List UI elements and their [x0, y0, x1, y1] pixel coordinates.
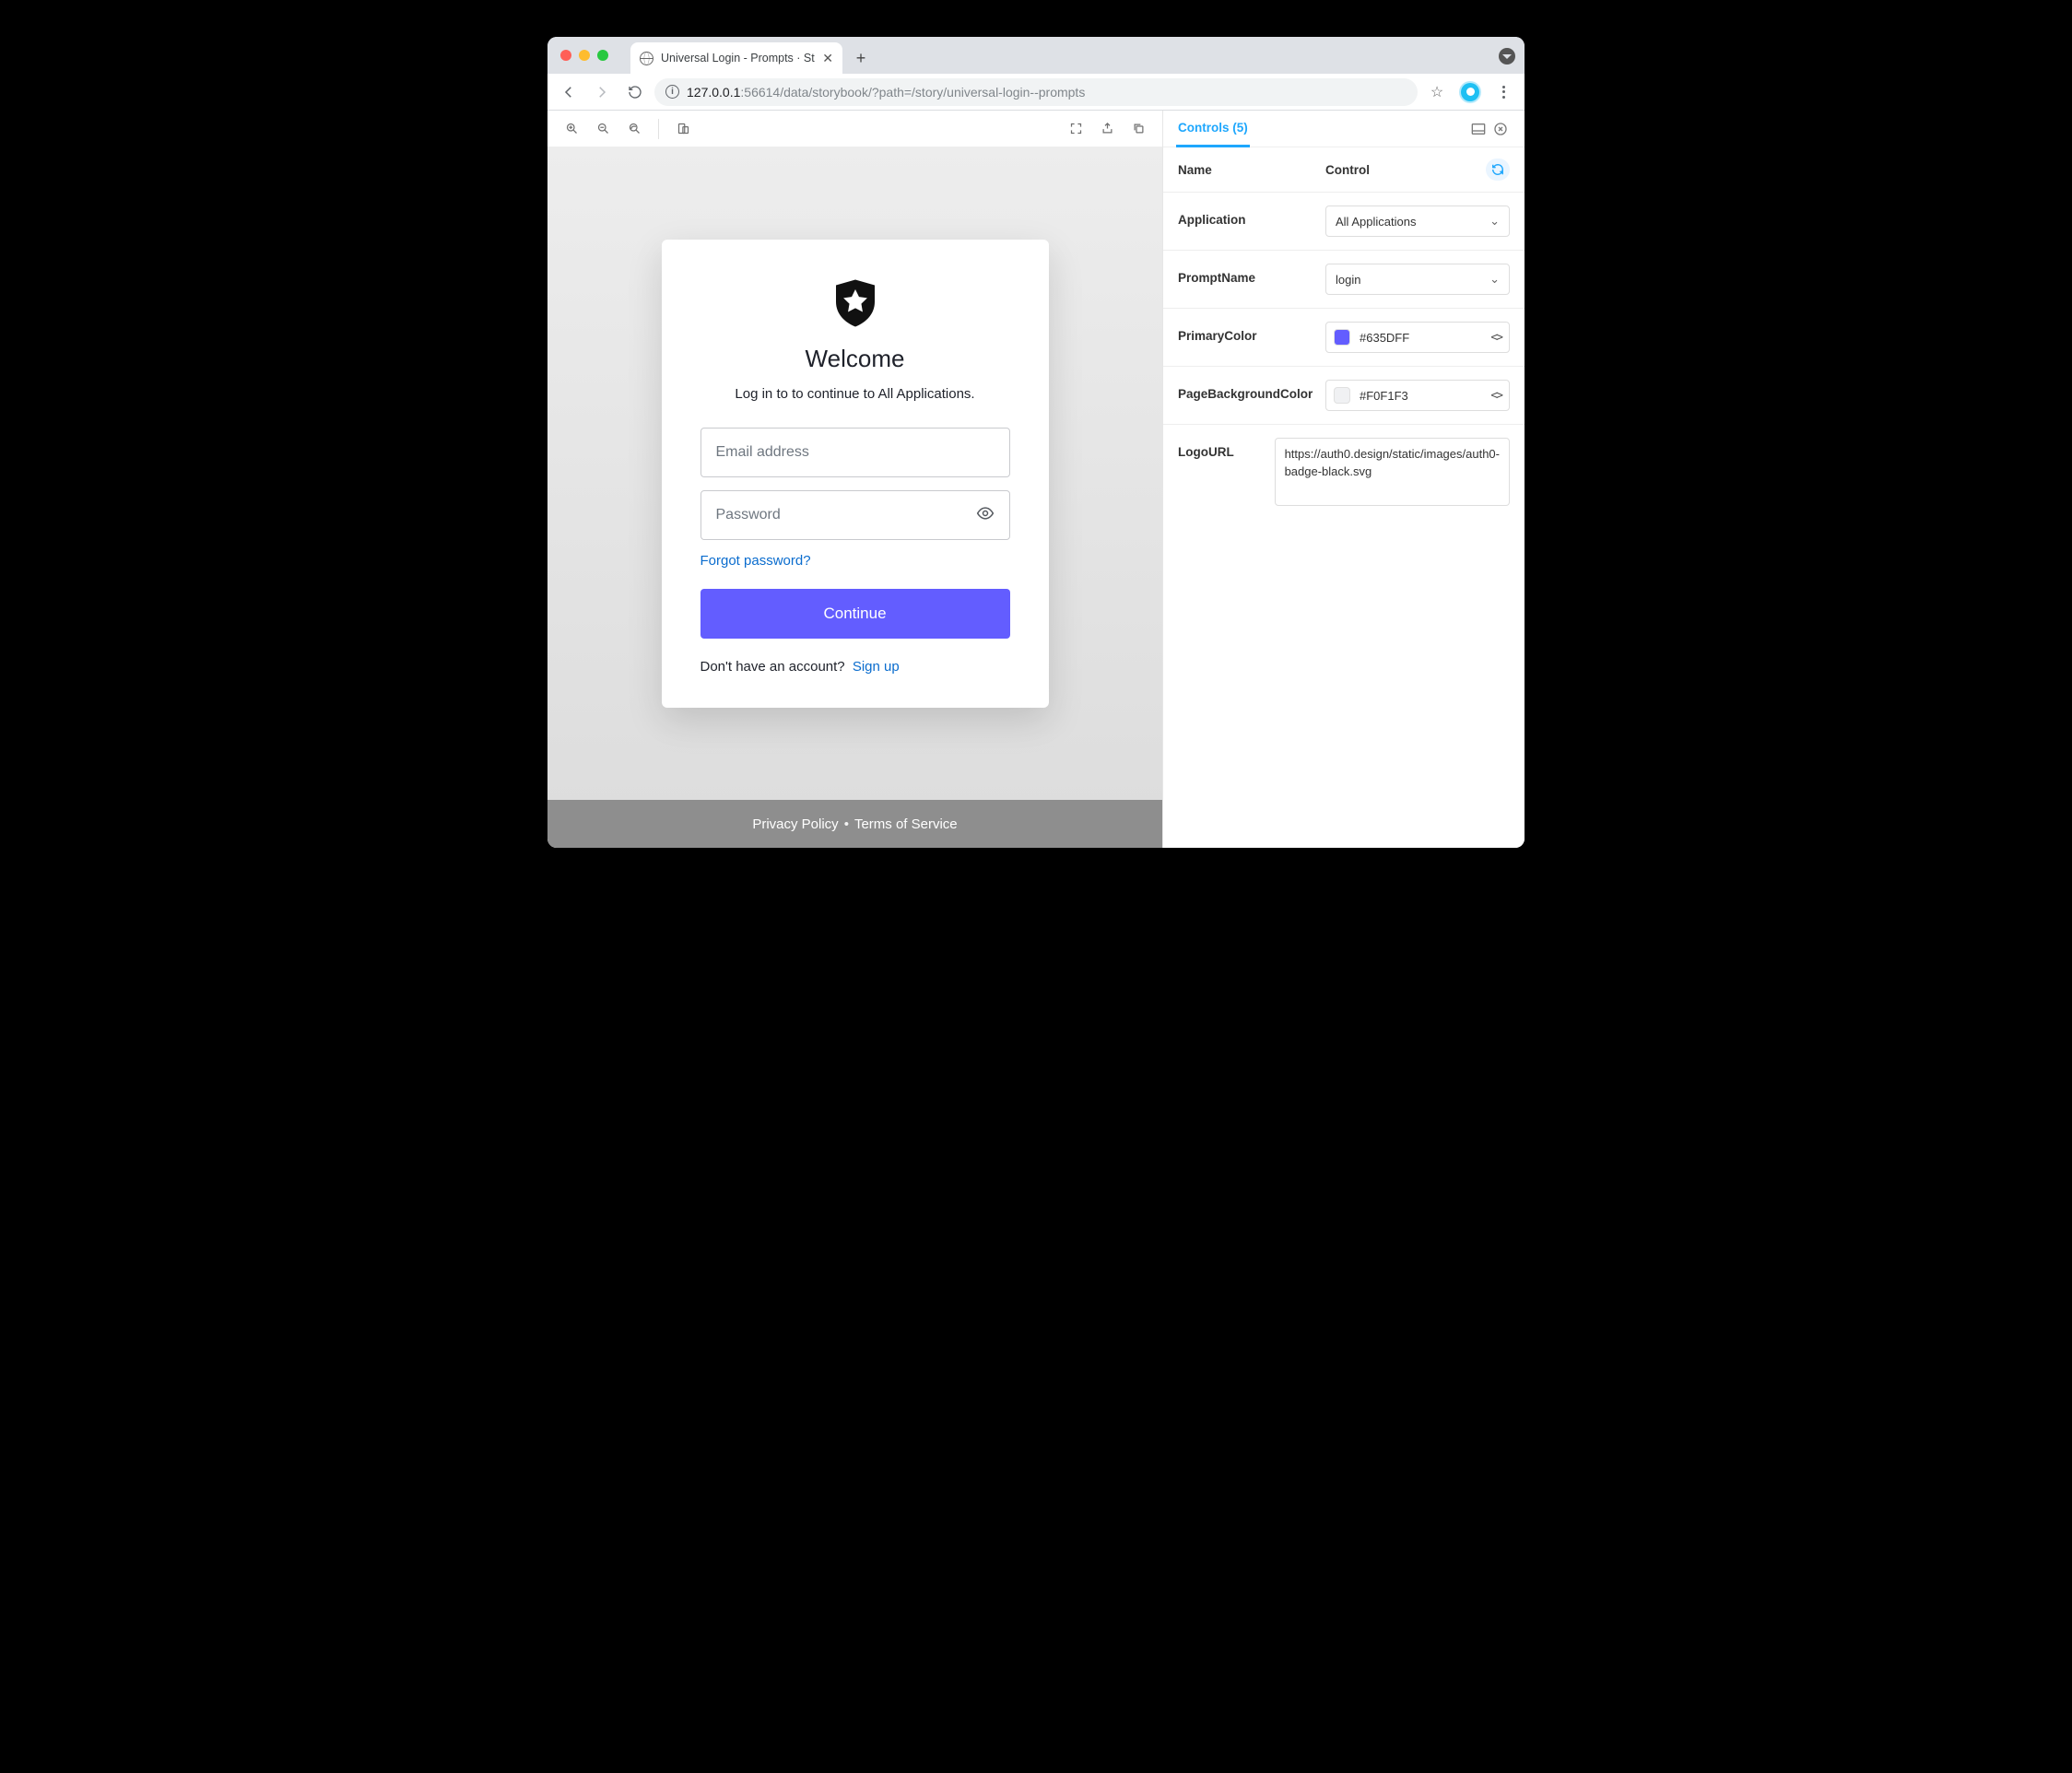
page-footer: Privacy Policy • Terms of Service	[547, 800, 1162, 848]
password-field[interactable]: Password	[700, 490, 1010, 540]
control-row-logourl: LogoURL https://auth0.design/static/imag…	[1163, 425, 1525, 519]
login-title: Welcome	[700, 345, 1010, 373]
controls-tab[interactable]: Controls (5)	[1176, 121, 1250, 147]
login-subtitle: Log in to to continue to All Application…	[700, 386, 1010, 402]
address-bar[interactable]: i 127.0.0.1:56614/data/storybook/?path=/…	[654, 78, 1418, 106]
close-window-button[interactable]	[560, 50, 571, 61]
label-promptname: PromptName	[1178, 264, 1325, 285]
label-application: Application	[1178, 205, 1325, 227]
zoom-reset-button[interactable]	[621, 117, 647, 141]
viewport-button[interactable]	[670, 117, 696, 141]
login-card: Welcome Log in to to continue to All App…	[662, 240, 1049, 708]
extension-icon	[1461, 83, 1479, 101]
control-row-promptname: PromptName login ⌄	[1163, 251, 1525, 309]
reload-button[interactable]	[621, 78, 649, 106]
globe-icon	[640, 52, 653, 65]
no-account-text: Don't have an account?	[700, 659, 845, 675]
addons-panel: Controls (5) Name Control Application	[1163, 111, 1525, 848]
color-mode-toggle-icon[interactable]: <>	[1490, 331, 1501, 345]
control-row-application: Application All Applications ⌄	[1163, 193, 1525, 251]
browser-tabstrip: Universal Login - Prompts · St ✕ +	[547, 37, 1525, 74]
email-placeholder: Email address	[716, 444, 809, 461]
color-mode-toggle-icon[interactable]: <>	[1490, 389, 1501, 403]
privacy-policy-link[interactable]: Privacy Policy	[752, 816, 838, 832]
maximize-window-button[interactable]	[597, 50, 608, 61]
continue-button[interactable]: Continue	[700, 589, 1010, 639]
browser-menu-button[interactable]	[1489, 78, 1517, 106]
header-control: Control	[1325, 163, 1486, 177]
pagebg-color-swatch[interactable]	[1334, 387, 1350, 404]
panel-close-button[interactable]	[1489, 120, 1512, 138]
forgot-password-link[interactable]: Forgot password?	[700, 553, 1010, 569]
bookmark-button[interactable]: ☆	[1423, 78, 1451, 106]
fullscreen-button[interactable]	[1063, 117, 1089, 141]
back-button[interactable]	[555, 78, 583, 106]
show-password-icon[interactable]	[976, 504, 995, 527]
control-row-primarycolor: PrimaryColor #635DFF <>	[1163, 309, 1525, 367]
story-canvas: Welcome Log in to to continue to All App…	[547, 147, 1162, 848]
primarycolor-input[interactable]: #635DFF <>	[1325, 322, 1510, 353]
signup-row: Don't have an account? Sign up	[700, 659, 1010, 675]
panel-tabs: Controls (5)	[1163, 111, 1525, 147]
control-row-pagebg: PageBackgroundColor #F0F1F3 <>	[1163, 367, 1525, 425]
storybook-toolbar	[547, 111, 1162, 147]
label-logourl: LogoURL	[1178, 438, 1275, 459]
new-tab-button[interactable]: +	[848, 45, 874, 71]
site-info-icon[interactable]: i	[665, 85, 679, 99]
label-pagebg: PageBackgroundColor	[1178, 380, 1325, 401]
chevron-down-icon: ⌄	[1489, 272, 1500, 287]
browser-toolbar: i 127.0.0.1:56614/data/storybook/?path=/…	[547, 74, 1525, 111]
zoom-out-button[interactable]	[590, 117, 616, 141]
footer-separator: •	[844, 816, 849, 832]
browser-window: Universal Login - Prompts · St ✕ + i 127…	[547, 37, 1525, 848]
logourl-textarea[interactable]: https://auth0.design/static/images/auth0…	[1275, 438, 1510, 506]
shield-star-icon	[832, 278, 878, 328]
brand-logo	[700, 278, 1010, 328]
open-external-button[interactable]	[1094, 117, 1120, 141]
application-select[interactable]: All Applications ⌄	[1325, 205, 1510, 237]
panel-orientation-button[interactable]	[1467, 120, 1489, 138]
reset-controls-button[interactable]	[1486, 159, 1510, 181]
zoom-in-button[interactable]	[559, 117, 584, 141]
label-primarycolor: PrimaryColor	[1178, 322, 1325, 343]
canvas-pane: Welcome Log in to to continue to All App…	[547, 111, 1163, 848]
chevron-down-icon: ⌄	[1489, 214, 1500, 229]
email-field[interactable]: Email address	[700, 428, 1010, 477]
tab-search-button[interactable]	[1499, 48, 1515, 65]
copy-link-button[interactable]	[1125, 117, 1151, 141]
storybook: Welcome Log in to to continue to All App…	[547, 111, 1525, 848]
url-text: 127.0.0.1:56614/data/storybook/?path=/st…	[687, 85, 1085, 100]
primary-color-swatch[interactable]	[1334, 329, 1350, 346]
window-controls	[560, 50, 608, 61]
extension-button[interactable]	[1456, 78, 1484, 106]
tab-title: Universal Login - Prompts · St	[661, 52, 815, 65]
promptname-select[interactable]: login ⌄	[1325, 264, 1510, 295]
pagebg-input[interactable]: #F0F1F3 <>	[1325, 380, 1510, 411]
controls-header: Name Control	[1163, 147, 1525, 193]
minimize-window-button[interactable]	[579, 50, 590, 61]
header-name: Name	[1178, 163, 1325, 177]
browser-tab[interactable]: Universal Login - Prompts · St ✕	[630, 42, 842, 74]
forward-button[interactable]	[588, 78, 616, 106]
close-tab-icon[interactable]: ✕	[822, 51, 833, 66]
terms-link[interactable]: Terms of Service	[854, 816, 958, 832]
signup-link[interactable]: Sign up	[853, 659, 900, 675]
password-placeholder: Password	[716, 507, 781, 523]
